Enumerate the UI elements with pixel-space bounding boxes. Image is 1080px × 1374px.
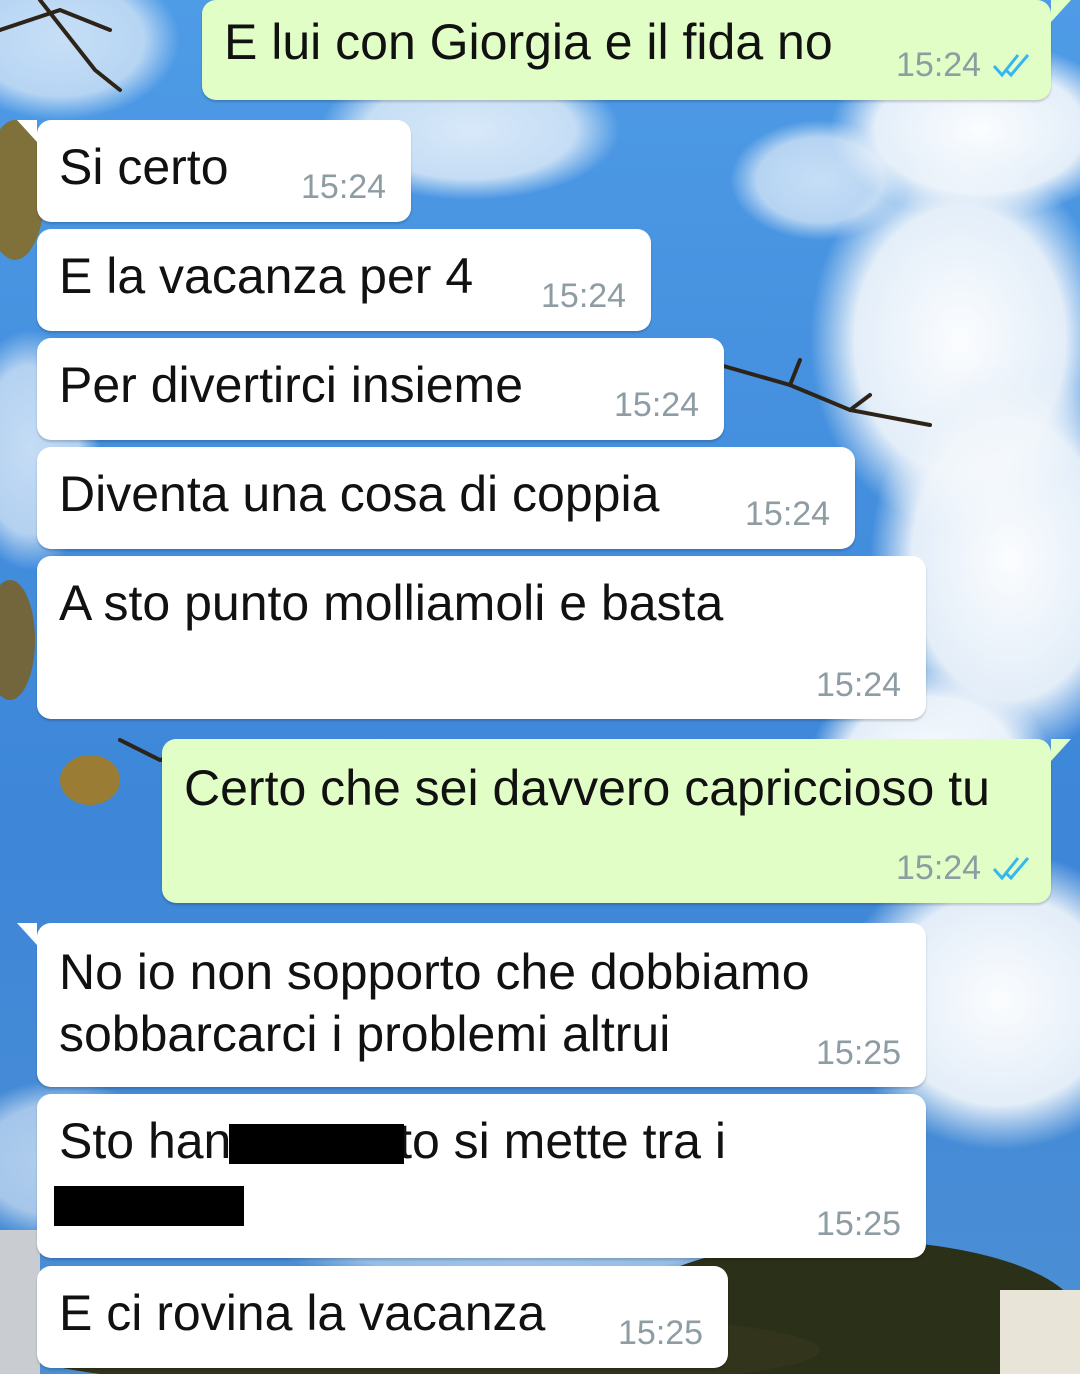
redaction-bar — [54, 1186, 244, 1226]
incoming-message[interactable]: Diventa una cosa di coppia 15:24 — [37, 447, 855, 549]
incoming-message[interactable]: Si certo 15:24 — [17, 120, 411, 222]
outgoing-message[interactable]: Certo che sei davvero capriccioso tu 15:… — [162, 739, 1071, 903]
read-double-check-icon — [992, 54, 1030, 78]
message-text: Diventa una cosa di coppia — [59, 466, 660, 522]
message-time: 15:24 — [896, 849, 982, 887]
message-time: 15:24 — [816, 666, 902, 704]
message-text: A sto punto molliamoli e basta — [59, 575, 724, 631]
incoming-message[interactable]: E la vacanza per 4 15:24 — [37, 229, 651, 331]
message-text: Si certo — [59, 139, 229, 195]
read-double-check-icon — [992, 857, 1030, 881]
outgoing-message[interactable]: E lui con Giorgia e il fida no 15:24 — [202, 0, 1071, 100]
message-list[interactable]: E lui con Giorgia e il fida no 15:24 Si … — [0, 0, 1080, 1374]
incoming-message[interactable]: A sto punto molliamoli e basta 15:24 — [37, 556, 926, 719]
incoming-message[interactable]: E ci rovina la vacanza 15:25 — [37, 1266, 728, 1368]
incoming-message[interactable]: No io non sopporto che dobbiamo sobbarca… — [17, 923, 926, 1087]
message-text: E ci rovina la vacanza — [59, 1285, 546, 1341]
message-time: 15:25 — [816, 1205, 902, 1243]
incoming-message[interactable]: Per divertirci insieme 15:24 — [37, 338, 724, 440]
bubble-tail — [1051, 739, 1071, 761]
bubble-tail — [1051, 0, 1071, 22]
message-text: E la vacanza per 4 — [59, 248, 474, 304]
message-text: E lui con Giorgia e il fida no — [224, 14, 833, 70]
bubble-tail — [17, 923, 37, 945]
message-text: No io non sopporto che dobbiamo sobbarca… — [59, 944, 810, 1062]
message-text: Per divertirci insieme — [59, 357, 524, 413]
message-time: 15:24 — [745, 495, 831, 533]
message-time: 15:24 — [614, 386, 700, 424]
message-time: 15:24 — [896, 46, 982, 84]
message-time: 15:25 — [618, 1314, 704, 1352]
message-time: 15:25 — [816, 1034, 902, 1072]
redaction-bar — [229, 1124, 404, 1164]
message-time: 15:24 — [301, 168, 387, 206]
incoming-message[interactable]: Sto han ato si mette tra i 15:25 — [37, 1094, 926, 1258]
bubble-tail — [17, 120, 37, 142]
message-time: 15:24 — [541, 277, 627, 315]
message-text: Certo che sei davvero capriccioso tu — [184, 760, 990, 816]
